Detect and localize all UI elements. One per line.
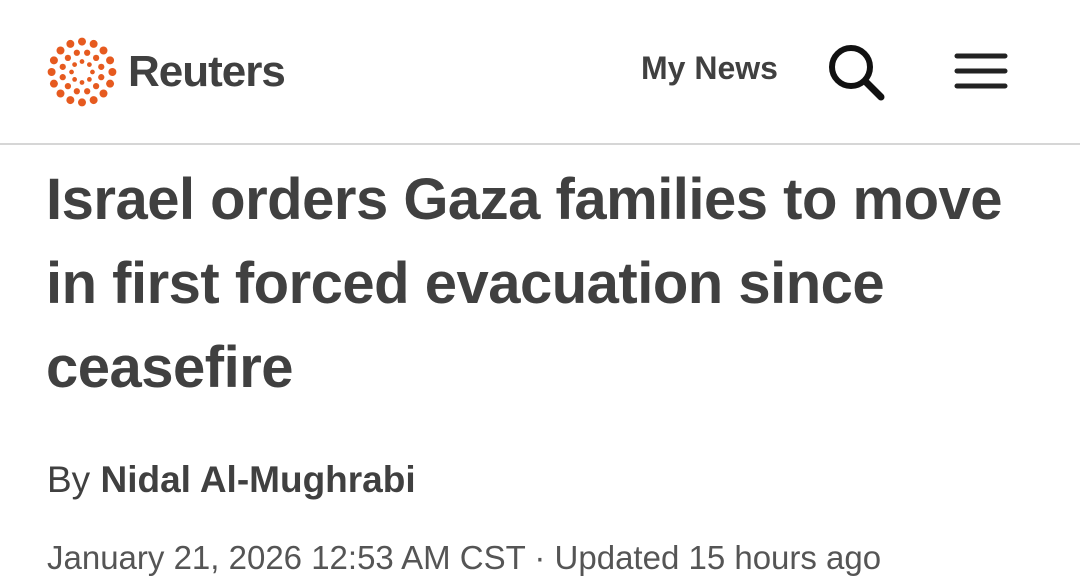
logo-dot (84, 49, 91, 56)
logo-dot (59, 74, 66, 81)
logo-dot (59, 63, 66, 70)
logo-dot (56, 46, 65, 55)
logo-dot (64, 82, 72, 90)
logo-dot (84, 88, 91, 95)
my-news-link[interactable]: My News (641, 52, 778, 84)
logo-dot (106, 56, 115, 65)
logo-dot (66, 96, 75, 105)
logo-dot (73, 49, 80, 56)
menu-button[interactable] (950, 44, 1010, 100)
date-separator: · (525, 539, 555, 576)
logo-dot (90, 69, 95, 75)
author-link[interactable]: Nidal Al-Mughrabi (100, 459, 415, 500)
reuters-logo-icon (47, 37, 117, 107)
logo-dot (108, 68, 117, 76)
dateline: January 21, 2026 12:53 AM CST · Updated … (47, 539, 882, 576)
logo-dot (89, 39, 98, 48)
logo-dot (72, 62, 77, 67)
logo-dot (99, 89, 108, 98)
logo-dot (79, 59, 85, 64)
logo-dot (92, 82, 100, 90)
logo-dot (56, 89, 65, 98)
site-header: Reuters My News (0, 0, 1080, 145)
logo-dot (78, 37, 86, 46)
logo-dot (92, 54, 100, 62)
logo-dot (78, 98, 86, 107)
search-button[interactable] (824, 40, 888, 104)
logo-dot (69, 69, 74, 75)
logo-dot (49, 79, 58, 88)
logo-dot (66, 39, 75, 48)
updated-time: Updated 15 hours ago (554, 539, 882, 576)
logo-dot (106, 79, 115, 88)
logo-dot (98, 74, 105, 81)
reuters-logo[interactable]: Reuters (44, 34, 286, 110)
logo-dot (72, 77, 77, 82)
logo-dot (64, 54, 72, 62)
logo-dot (87, 62, 92, 67)
byline: By Nidal Al-Mughrabi (47, 459, 416, 501)
byline-prefix: By (47, 459, 91, 500)
search-icon (829, 45, 885, 101)
logo-dot (73, 88, 80, 95)
logo-dot (99, 46, 108, 55)
logo-dot (79, 80, 85, 85)
logo-dot (47, 68, 56, 76)
logo-wordmark: Reuters (128, 47, 286, 96)
logo-dot (89, 96, 98, 105)
hamburger-menu-icon (954, 53, 1008, 89)
logo-dot (49, 56, 58, 65)
logo-dot (98, 63, 105, 70)
logo-dot (87, 77, 92, 82)
article-headline: Israel orders Gaza families to move in f… (46, 167, 1003, 400)
publish-date: January 21, 2026 12:53 AM CST (47, 539, 526, 576)
